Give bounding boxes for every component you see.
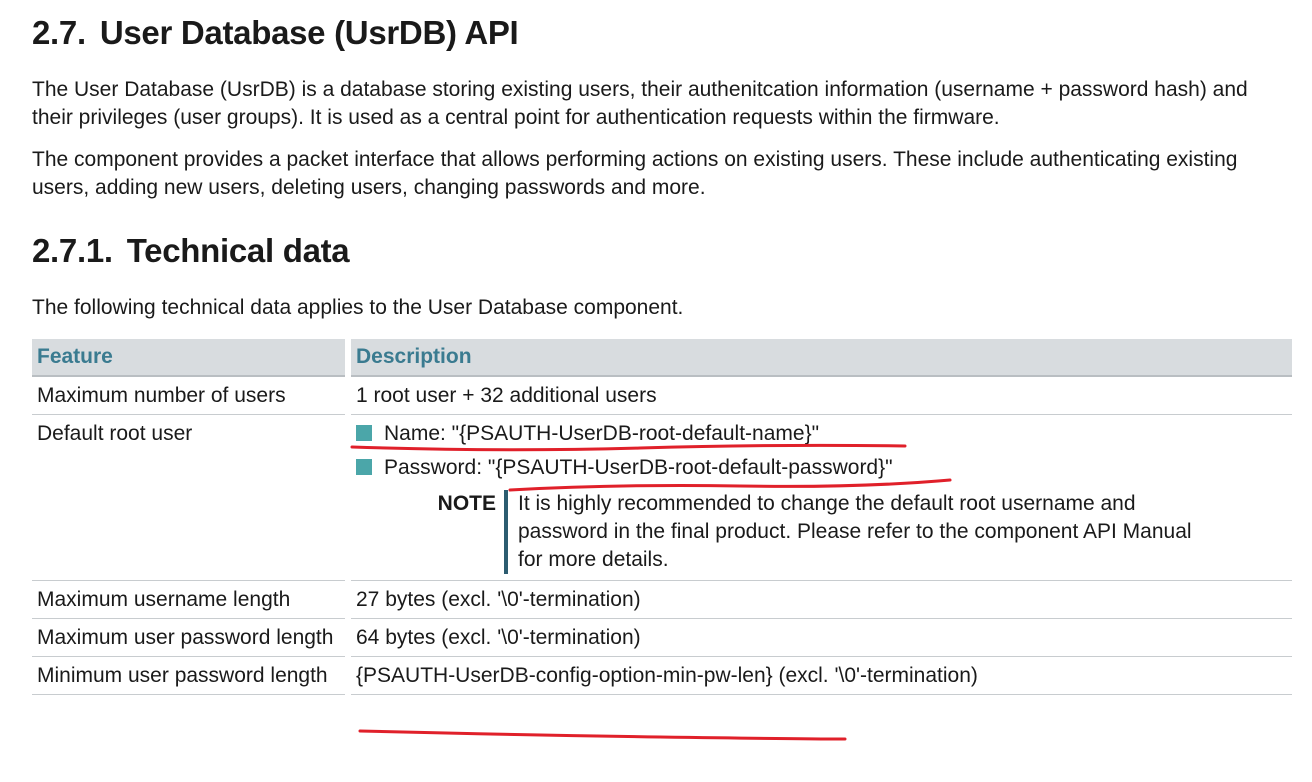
table-row: Maximum number of users 1 root user + 32… xyxy=(32,376,1292,415)
section-number: 2.7. xyxy=(32,14,86,51)
section-heading: 2.7. User Database (UsrDB) API xyxy=(32,14,519,52)
section-paragraph-1: The User Database (UsrDB) is a database … xyxy=(32,78,1248,129)
subsection-intro: The following technical data applies to … xyxy=(32,296,684,319)
note-text: It is highly recommended to change the d… xyxy=(504,490,1218,574)
table-row: Minimum user password length {PSAUTH-Use… xyxy=(32,656,1292,695)
description-cell: 1 root user + 32 additional users xyxy=(345,376,1292,415)
table-header-row: Feature Description xyxy=(32,339,1292,377)
bullet-text: Name: "{PSAUTH-UserDB-root-default-name}… xyxy=(384,422,820,445)
section-paragraph-2: The component provides a packet interfac… xyxy=(32,148,1238,199)
technical-data-table: Feature Description Maximum number of us… xyxy=(32,339,1292,695)
bullet-item: Name: "{PSAUTH-UserDB-root-default-name}… xyxy=(356,420,1287,454)
feature-cell: Maximum user password length xyxy=(32,618,348,657)
feature-cell: Maximum username length xyxy=(32,580,348,619)
description-cell: 64 bytes (excl. '\0'-termination) xyxy=(345,618,1292,657)
red-underline-min-pw-len xyxy=(358,729,847,741)
bullet-text: Password: "{PSAUTH-UserDB-root-default-p… xyxy=(384,456,893,479)
table-row: Default root user Name: "{PSAUTH-UserDB-… xyxy=(32,414,1292,581)
subsection-title: Technical data xyxy=(126,232,350,269)
header-description: Description xyxy=(345,339,1292,377)
square-bullet-icon xyxy=(356,425,372,441)
description-cell: {PSAUTH-UserDB-config-option-min-pw-len}… xyxy=(345,656,1292,695)
subsection-number: 2.7.1. xyxy=(32,232,113,269)
feature-cell: Default root user xyxy=(32,414,348,581)
subsection-heading: 2.7.1. Technical data xyxy=(32,232,350,270)
header-feature: Feature xyxy=(32,339,348,377)
note-label: NOTE xyxy=(437,492,496,515)
square-bullet-icon xyxy=(356,459,372,475)
description-cell: Name: "{PSAUTH-UserDB-root-default-name}… xyxy=(345,414,1292,581)
bullet-item: Password: "{PSAUTH-UserDB-root-default-p… xyxy=(356,454,1287,488)
section-title: User Database (UsrDB) API xyxy=(99,14,519,51)
note-box: NOTE It is highly recommended to change … xyxy=(428,490,1287,574)
table-row: Maximum user password length 64 bytes (e… xyxy=(32,618,1292,657)
description-cell: 27 bytes (excl. '\0'-termination) xyxy=(345,580,1292,619)
table-row: Maximum username length 27 bytes (excl. … xyxy=(32,580,1292,619)
feature-cell: Minimum user password length xyxy=(32,656,348,695)
feature-cell: Maximum number of users xyxy=(32,376,348,415)
